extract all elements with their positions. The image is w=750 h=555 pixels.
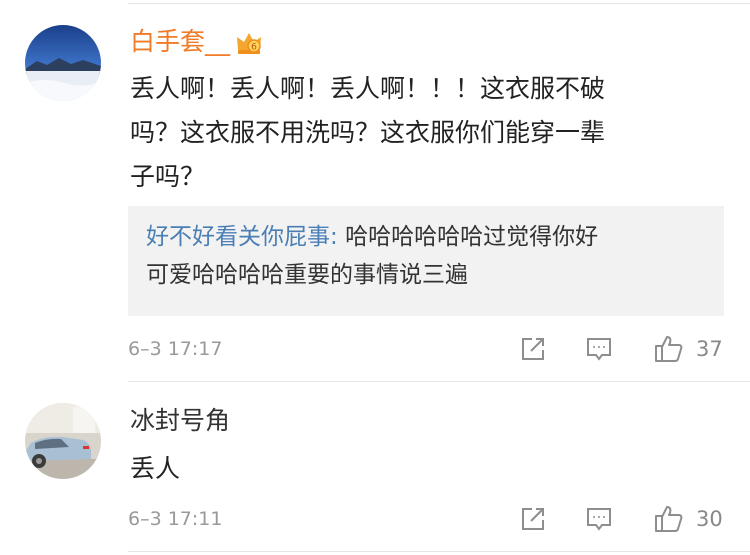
avatar[interactable] [25, 25, 101, 101]
comment-text: 丢人 [130, 447, 720, 491]
like-icon[interactable] [653, 334, 683, 364]
comment-footer: 6–3 17:17 37 [128, 334, 750, 364]
comment-text: 丢人啊！丢人啊！丢人啊！！！这衣服不破 吗？这衣服不用洗吗？这衣服你们能穿一辈 … [130, 67, 720, 199]
like-count[interactable]: 30 [696, 504, 723, 534]
reply-author[interactable]: 好不好看关你屁事 [146, 224, 330, 250]
comment-footer: 6–3 17:11 30 [128, 504, 750, 534]
svg-text:6: 6 [251, 43, 257, 53]
comment-line: 子吗？ [130, 162, 206, 191]
timestamp: 6–3 17:11 [128, 508, 223, 530]
reply-separator: : [330, 224, 346, 250]
reply-text: 哈哈哈哈哈哈过觉得你好 [345, 224, 599, 250]
timestamp: 6–3 17:17 [128, 338, 223, 360]
comment-icon[interactable] [584, 504, 614, 534]
comment-icon[interactable] [584, 334, 614, 364]
like-icon[interactable] [653, 504, 683, 534]
comment-item: 白手套__ 6 丢人啊！丢人啊！丢人啊！！！这衣服不破 吗？这衣服不用洗吗？这衣… [0, 0, 750, 383]
reply-box[interactable]: 好不好看关你屁事: 哈哈哈哈哈哈过觉得你好 可爱哈哈哈哈重要的事情说三遍 [128, 206, 724, 316]
comment-line: 吗？这衣服不用洗吗？这衣服你们能穿一辈 [130, 118, 606, 147]
username-label: 白手套__ [130, 27, 231, 56]
comment-line: 丢人 [130, 454, 181, 483]
comment-divider [128, 381, 750, 382]
reply-line: 好不好看关你屁事: 哈哈哈哈哈哈过觉得你好 [146, 218, 704, 256]
username[interactable]: 白手套__ 6 [130, 26, 264, 58]
repost-icon[interactable] [518, 334, 548, 364]
comment-line: 丢人啊！丢人啊！丢人啊！！！这衣服不破 [130, 74, 606, 103]
username-label: 冰封号角 [130, 406, 231, 435]
comment-item: 冰封号角 丢人 6–3 17:11 30 [0, 383, 750, 555]
like-count[interactable]: 37 [696, 334, 723, 364]
top-divider [128, 3, 750, 4]
username[interactable]: 冰封号角 [130, 405, 230, 437]
repost-icon[interactable] [518, 504, 548, 534]
reply-line: 可爱哈哈哈哈重要的事情说三遍 [146, 262, 468, 288]
vip-crown-icon: 6 [234, 28, 264, 58]
avatar[interactable] [25, 403, 101, 479]
comment-divider [128, 551, 750, 552]
